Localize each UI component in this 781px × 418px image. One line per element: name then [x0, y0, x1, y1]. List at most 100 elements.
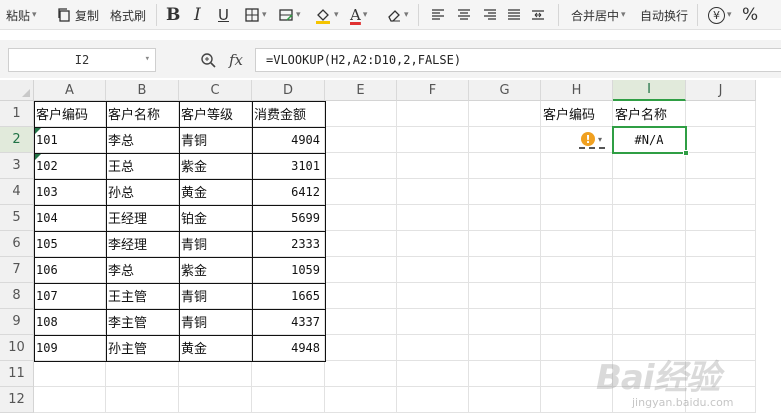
- cell[interactable]: [397, 257, 469, 283]
- cell[interactable]: [106, 361, 179, 387]
- cell[interactable]: [613, 309, 686, 335]
- cell[interactable]: [397, 127, 469, 153]
- currency-button[interactable]: ¥ ▾: [708, 0, 732, 30]
- cell[interactable]: [541, 231, 613, 257]
- amount-cell[interactable]: 2333: [252, 231, 325, 257]
- row-header-12[interactable]: 12: [0, 387, 34, 413]
- align-center-button[interactable]: [456, 0, 472, 30]
- justify-button[interactable]: [506, 0, 522, 30]
- cell[interactable]: [397, 179, 469, 205]
- distribute-button[interactable]: [530, 0, 546, 30]
- fill-handle[interactable]: [683, 150, 689, 156]
- amount-cell[interactable]: 6412: [252, 179, 325, 205]
- cell[interactable]: [252, 387, 325, 413]
- cell[interactable]: [541, 179, 613, 205]
- lookup-result-cell[interactable]: #N/A: [613, 127, 686, 153]
- paste-button[interactable]: 粘贴 ▾: [6, 0, 37, 30]
- cell[interactable]: [325, 387, 397, 413]
- table-cell[interactable]: 孙总: [106, 179, 179, 205]
- cell[interactable]: [541, 257, 613, 283]
- cell-style-button[interactable]: ▾: [278, 0, 301, 30]
- amount-cell[interactable]: 4904: [252, 127, 325, 153]
- cell[interactable]: [469, 153, 541, 179]
- column-header-h[interactable]: H: [541, 80, 613, 101]
- row-header-2[interactable]: 2: [0, 127, 34, 153]
- spreadsheet-grid[interactable]: A B C D E F G H I J 1 2 3 4 5 6 7 8 9 10 11 12 客户编码 客户名称 客户等级 消费金…: [0, 80, 781, 418]
- cell[interactable]: [469, 309, 541, 335]
- cell[interactable]: [469, 205, 541, 231]
- amount-cell[interactable]: 5699: [252, 205, 325, 231]
- align-right-button[interactable]: [482, 0, 498, 30]
- underline-button[interactable]: U: [218, 0, 229, 30]
- wrap-text-button[interactable]: 自动换行: [640, 0, 688, 30]
- table-header-cell[interactable]: 客户编码: [34, 101, 106, 127]
- amount-cell[interactable]: 1665: [252, 283, 325, 309]
- table-cell[interactable]: 紫金: [179, 153, 252, 179]
- cell[interactable]: [686, 179, 756, 205]
- cell[interactable]: [325, 231, 397, 257]
- cell[interactable]: [541, 335, 613, 361]
- border-button[interactable]: ▾: [244, 0, 267, 30]
- cell[interactable]: [325, 309, 397, 335]
- lookup-header-code[interactable]: 客户编码: [541, 101, 613, 127]
- chevron-down-icon[interactable]: ▾: [145, 54, 150, 64]
- cell[interactable]: [469, 335, 541, 361]
- row-header-3[interactable]: 3: [0, 153, 34, 179]
- column-header-f[interactable]: F: [397, 80, 469, 101]
- amount-cell[interactable]: 3101: [252, 153, 325, 179]
- cell[interactable]: [686, 387, 756, 413]
- cell[interactable]: [541, 387, 613, 413]
- table-cell[interactable]: 王总: [106, 153, 179, 179]
- column-header-b[interactable]: B: [106, 80, 179, 101]
- table-cell[interactable]: 104: [34, 205, 106, 231]
- cell[interactable]: [469, 127, 541, 153]
- table-cell[interactable]: 李总: [106, 127, 179, 153]
- table-cell[interactable]: 黄金: [179, 335, 252, 361]
- cell[interactable]: [469, 283, 541, 309]
- formula-input[interactable]: =VLOOKUP(H2,A2:D10,2,FALSE): [255, 48, 781, 72]
- cell[interactable]: [541, 205, 613, 231]
- cell[interactable]: [325, 335, 397, 361]
- cell[interactable]: [325, 127, 397, 153]
- cell[interactable]: [325, 101, 397, 127]
- cell[interactable]: [686, 205, 756, 231]
- table-header-cell[interactable]: 客户名称: [106, 101, 179, 127]
- cell[interactable]: [686, 283, 756, 309]
- row-header-10[interactable]: 10: [0, 335, 34, 361]
- cell[interactable]: [541, 309, 613, 335]
- clear-button[interactable]: ▾: [386, 0, 409, 30]
- cell[interactable]: [686, 257, 756, 283]
- table-cell[interactable]: 105: [34, 231, 106, 257]
- error-warning-button[interactable]: ! ▾: [581, 131, 611, 147]
- cell[interactable]: [325, 205, 397, 231]
- cell[interactable]: [686, 361, 756, 387]
- table-cell[interactable]: 102: [34, 153, 106, 179]
- row-header-6[interactable]: 6: [0, 231, 34, 257]
- column-header-g[interactable]: G: [469, 80, 541, 101]
- cell[interactable]: [469, 101, 541, 127]
- table-cell[interactable]: 黄金: [179, 179, 252, 205]
- row-header-4[interactable]: 4: [0, 179, 34, 205]
- table-cell[interactable]: 李经理: [106, 231, 179, 257]
- cell[interactable]: [397, 309, 469, 335]
- cell[interactable]: [325, 257, 397, 283]
- cell[interactable]: [325, 361, 397, 387]
- cell[interactable]: [613, 231, 686, 257]
- table-cell[interactable]: 铂金: [179, 205, 252, 231]
- table-header-cell[interactable]: 消费金额: [252, 101, 325, 127]
- table-cell[interactable]: 王主管: [106, 283, 179, 309]
- cell[interactable]: [686, 153, 756, 179]
- lookup-header-name[interactable]: 客户名称: [613, 101, 686, 127]
- table-cell[interactable]: 108: [34, 309, 106, 335]
- cell[interactable]: [397, 231, 469, 257]
- cell[interactable]: [541, 153, 613, 179]
- font-color-button[interactable]: A ▾: [350, 0, 367, 30]
- table-cell[interactable]: 李总: [106, 257, 179, 283]
- cell[interactable]: [686, 335, 756, 361]
- row-header-9[interactable]: 9: [0, 309, 34, 335]
- align-left-button[interactable]: [430, 0, 446, 30]
- fill-color-button[interactable]: ▾: [314, 0, 339, 30]
- cell[interactable]: [613, 179, 686, 205]
- table-cell[interactable]: 101: [34, 127, 106, 153]
- name-box[interactable]: I2 ▾: [8, 48, 156, 72]
